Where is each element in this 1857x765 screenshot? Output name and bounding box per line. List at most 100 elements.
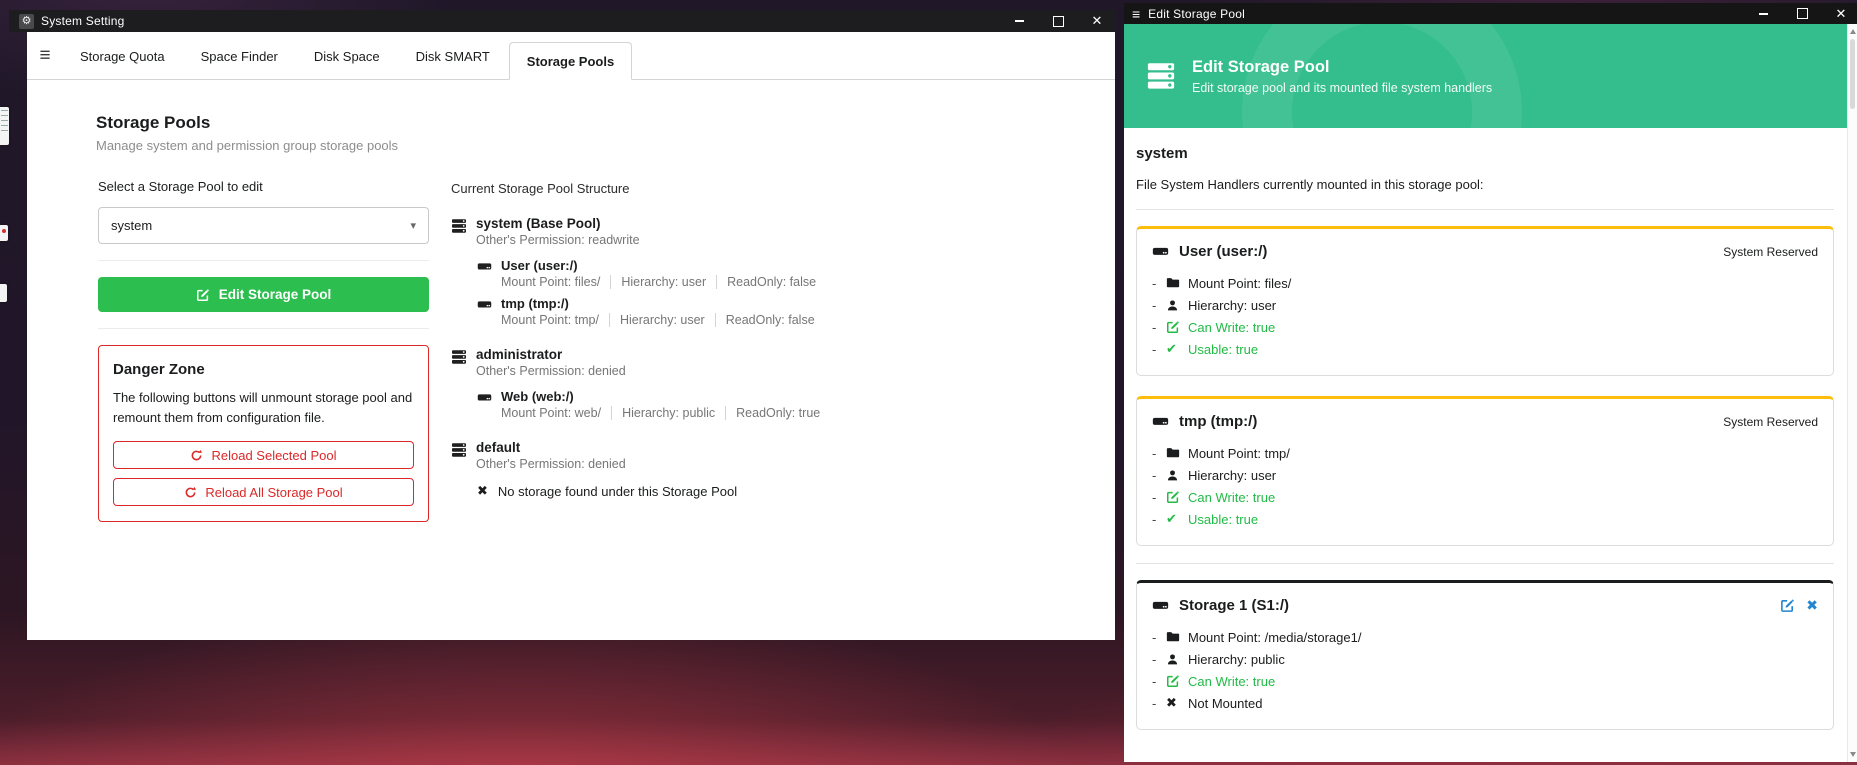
danger-zone-description: The following buttons will unmount stora… xyxy=(113,388,414,428)
folder-icon xyxy=(1166,630,1180,644)
scroll-up-arrow[interactable] xyxy=(1850,29,1856,34)
handler-property: ✖Not Mounted xyxy=(1152,692,1818,714)
page-title: Storage Pools xyxy=(96,113,398,133)
scrollbar[interactable] xyxy=(1847,24,1857,762)
folder-icon xyxy=(1166,276,1180,290)
handler-property: ✔Usable: true xyxy=(1152,508,1818,530)
minimize-button[interactable] xyxy=(1011,13,1027,29)
property-text: Hierarchy: user xyxy=(1188,298,1276,313)
maximize-button[interactable] xyxy=(1794,6,1810,22)
handler-card-storage1: Storage 1 (S1:/) ✖ Mount Point: /media/s… xyxy=(1136,580,1834,730)
property-text: Usable: true xyxy=(1188,342,1258,357)
handlers-intro: File System Handlers currently mounted i… xyxy=(1136,177,1834,192)
banner-title: Edit Storage Pool xyxy=(1192,58,1492,77)
tab-storage-pools[interactable]: Storage Pools xyxy=(509,42,632,80)
cross-icon: ✖ xyxy=(477,483,488,499)
minimize-button[interactable] xyxy=(1755,6,1771,22)
selected-pool-value: system xyxy=(111,218,152,233)
handler-name: tmp (tmp:/) xyxy=(1179,413,1257,430)
mount-props: Mount Point: web/Hierarchy: publicReadOn… xyxy=(501,406,820,420)
user-icon xyxy=(1166,469,1179,482)
handler-property: Can Write: true xyxy=(1152,670,1818,692)
pool-name: default xyxy=(476,440,737,455)
tab-space-finder[interactable]: Space Finder xyxy=(183,49,296,64)
property-text: Mount Point: tmp/ xyxy=(1188,446,1290,461)
property-text: Mount Point: /media/storage1/ xyxy=(1188,630,1361,645)
select-pool-label: Select a Storage Pool to edit xyxy=(98,179,429,194)
mount-name: Web (web:/) xyxy=(501,389,820,404)
app-content: ≡ Storage Quota Space Finder Disk Space … xyxy=(27,32,1115,640)
desktop-icon-fragment[interactable] xyxy=(0,284,7,302)
handler-card-user: User (user:/) System Reserved Mount Poin… xyxy=(1136,226,1834,376)
pool-permission: Other's Permission: readwrite xyxy=(476,233,816,247)
handler-property: Mount Point: /media/storage1/ xyxy=(1152,626,1818,648)
storage-pool-select[interactable]: system ▾ xyxy=(98,207,429,244)
desktop-icon-fragment[interactable] xyxy=(0,225,8,241)
check-icon: ✔ xyxy=(1166,341,1177,357)
maximize-button[interactable] xyxy=(1050,13,1066,29)
edit-icon xyxy=(1166,674,1180,688)
desktop-icon-fragment[interactable] xyxy=(0,107,9,145)
edit-icon xyxy=(196,288,210,302)
handler-property: Hierarchy: user xyxy=(1152,294,1818,316)
system-setting-titlebar[interactable]: ⚙ System Setting ✕ xyxy=(9,10,1115,32)
system-setting-window: ⚙ System Setting ✕ ≡ Storage Quota Space… xyxy=(9,10,1115,640)
hierarchy: Hierarchy: user xyxy=(609,313,705,327)
scroll-down-arrow[interactable] xyxy=(1850,752,1856,757)
property-text: Can Write: true xyxy=(1188,320,1275,335)
close-button[interactable]: ✕ xyxy=(1833,6,1849,22)
refresh-icon xyxy=(184,486,197,499)
handler-property: ✔ Usable: true xyxy=(1152,338,1818,360)
hdd-icon xyxy=(477,259,492,274)
edit-pool-content: Edit Storage Pool Edit storage pool and … xyxy=(1124,24,1857,762)
list-icon: ≡ xyxy=(1132,6,1140,22)
pool-edit-panel: Select a Storage Pool to edit system ▾ E… xyxy=(98,179,429,522)
window-title: Edit Storage Pool xyxy=(1148,7,1245,21)
hdd-icon xyxy=(477,390,492,405)
page-header: Storage Pools Manage system and permissi… xyxy=(96,113,398,153)
property-text: Can Write: true xyxy=(1188,674,1275,689)
menu-icon[interactable]: ≡ xyxy=(33,45,57,67)
close-button[interactable]: ✕ xyxy=(1089,13,1105,29)
edit-pool-titlebar[interactable]: ≡ Edit Storage Pool ✕ xyxy=(1124,3,1857,24)
pool-name: system (Base Pool) xyxy=(476,216,816,231)
reload-selected-pool-button[interactable]: Reload Selected Pool xyxy=(113,441,414,469)
handler-property: Can Write: true xyxy=(1152,486,1818,508)
chevron-down-icon: ▾ xyxy=(410,219,416,232)
handler-property: Mount Point: tmp/ xyxy=(1152,442,1818,464)
tree-mount-web: Web (web:/) Mount Point: web/Hierarchy: … xyxy=(477,389,820,420)
danger-zone-title: Danger Zone xyxy=(113,361,414,378)
tree-mount-tmp: tmp (tmp:/) Mount Point: tmp/Hierarchy: … xyxy=(477,296,816,327)
system-reserved-badge: System Reserved xyxy=(1723,245,1818,259)
check-icon: ✔ xyxy=(1166,511,1177,527)
user-icon xyxy=(1166,299,1179,312)
hdd-icon xyxy=(1152,597,1169,614)
handler-property: Hierarchy: public xyxy=(1152,648,1818,670)
edit-handler-icon[interactable] xyxy=(1780,598,1795,613)
handler-property: Hierarchy: user xyxy=(1152,464,1818,486)
server-icon xyxy=(451,349,467,365)
cross-icon: ✖ xyxy=(1166,695,1177,711)
empty-pool-text: No storage found under this Storage Pool xyxy=(498,484,737,499)
scrollbar-thumb[interactable] xyxy=(1850,39,1855,109)
hdd-icon xyxy=(477,297,492,312)
tab-bar: ≡ Storage Quota Space Finder Disk Space … xyxy=(27,32,1115,80)
tree-pool-default: default Other's Permission: denied ✖ No … xyxy=(451,440,921,499)
divider xyxy=(1136,563,1834,564)
tab-storage-quota[interactable]: Storage Quota xyxy=(62,49,183,64)
hdd-icon xyxy=(1152,243,1169,260)
mount-name: User (user:/) xyxy=(501,258,816,273)
tab-disk-space[interactable]: Disk Space xyxy=(296,49,398,64)
tree-pool-administrator: administrator Other's Permission: denied… xyxy=(451,347,921,427)
handler-property: Can Write: true xyxy=(1152,316,1818,338)
banner-subtitle: Edit storage pool and its mounted file s… xyxy=(1192,81,1492,95)
server-icon xyxy=(451,218,467,234)
mount-props: Mount Point: files/Hierarchy: userReadOn… xyxy=(501,275,816,289)
remove-handler-icon[interactable]: ✖ xyxy=(1806,597,1818,614)
edit-storage-pool-button[interactable]: Edit Storage Pool xyxy=(98,277,429,312)
tab-disk-smart[interactable]: Disk SMART xyxy=(398,49,508,64)
mount-props: Mount Point: tmp/Hierarchy: userReadOnly… xyxy=(501,313,815,327)
pool-name: administrator xyxy=(476,347,820,362)
edit-icon xyxy=(1166,320,1180,334)
reload-all-pool-button[interactable]: Reload All Storage Pool xyxy=(113,478,414,506)
